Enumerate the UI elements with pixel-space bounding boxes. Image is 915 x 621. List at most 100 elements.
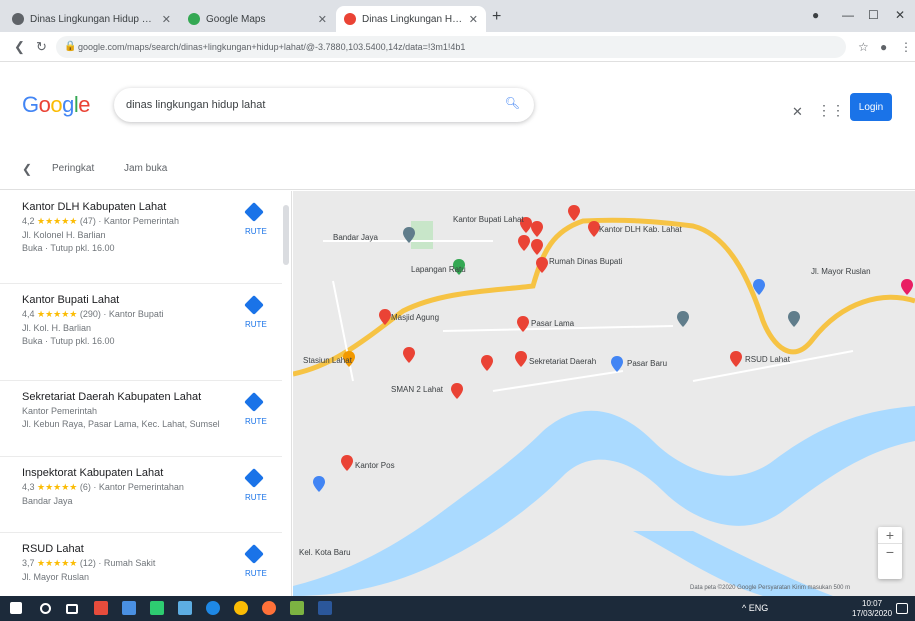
- search-icon[interactable]: [40, 603, 51, 614]
- close-search-icon[interactable]: ✕: [792, 104, 803, 120]
- map-label[interactable]: Bandar Jaya: [333, 233, 378, 242]
- account-icon[interactable]: ●: [812, 8, 819, 22]
- browser-tab-1[interactable]: Dinas Lingkungan Hidup Kab. L ✕: [4, 6, 179, 32]
- address-bar[interactable]: 🔒 google.com/maps/search/dinas+lingkunga…: [56, 36, 846, 58]
- map-label[interactable]: Rumah Dinas Bupati: [549, 257, 622, 266]
- login-button[interactable]: Login: [850, 93, 892, 121]
- filter-rating[interactable]: Peringkat: [52, 163, 94, 174]
- map-pin-icon[interactable]: [403, 347, 415, 363]
- zoom-out-icon[interactable]: −: [878, 543, 902, 560]
- close-tab-icon[interactable]: ✕: [469, 13, 478, 26]
- map-label[interactable]: Stasiun Lahat: [303, 356, 352, 365]
- map-pin-icon[interactable]: [730, 351, 742, 367]
- task-view-icon[interactable]: [66, 604, 78, 614]
- profile-icon[interactable]: ●: [880, 40, 887, 54]
- directions-label[interactable]: RUTE: [245, 320, 267, 329]
- map-label[interactable]: Kantor Pos: [355, 461, 395, 470]
- system-tray[interactable]: ^ ENG: [742, 603, 768, 613]
- map-pin-icon[interactable]: [515, 351, 527, 367]
- map-pin-icon[interactable]: [531, 221, 543, 237]
- reload-icon[interactable]: ↻: [36, 39, 47, 55]
- result-item[interactable]: Kantor Bupati Lahat 4,4 ★★★★★ (290) · Ka…: [0, 284, 282, 381]
- map-pin-icon[interactable]: [536, 257, 548, 273]
- search-query: dinas lingkungan hidup lahat: [126, 99, 266, 111]
- result-hours: Buka · Tutup pkl. 16.00: [22, 243, 115, 253]
- apps-grid-icon[interactable]: ⋮⋮: [817, 102, 845, 119]
- search-input[interactable]: dinas lingkungan hidup lahat 🔍︎: [114, 88, 534, 122]
- directions-label[interactable]: RUTE: [245, 417, 267, 426]
- mail-icon[interactable]: [178, 601, 192, 615]
- directions-label[interactable]: RUTE: [245, 493, 267, 502]
- explorer-icon[interactable]: [122, 601, 136, 615]
- clock[interactable]: 10:07 17/03/2020: [852, 599, 892, 619]
- search-icon[interactable]: 🔍︎: [505, 96, 520, 110]
- directions-label[interactable]: RUTE: [245, 569, 267, 578]
- maximize-icon[interactable]: ☐: [868, 8, 879, 22]
- directions-label[interactable]: RUTE: [245, 227, 267, 236]
- browser-tab-2[interactable]: Google Maps ✕: [180, 6, 335, 32]
- map-pin-icon[interactable]: [901, 279, 913, 295]
- map-label[interactable]: Masjid Agung: [391, 313, 439, 322]
- google-logo[interactable]: Google: [22, 92, 91, 118]
- result-name[interactable]: RSUD Lahat: [22, 543, 282, 555]
- map-pin-icon[interactable]: [531, 239, 543, 255]
- close-tab-icon[interactable]: ✕: [318, 13, 327, 26]
- map-pin-icon[interactable]: [341, 455, 353, 471]
- map-label[interactable]: RSUD Lahat: [745, 355, 790, 364]
- map-pin-icon[interactable]: [379, 309, 391, 325]
- zoom-control[interactable]: + −: [878, 527, 902, 579]
- map-pin-gray-icon[interactable]: [677, 311, 689, 327]
- minimize-icon[interactable]: —: [842, 8, 854, 22]
- map-pin-icon[interactable]: [481, 355, 493, 371]
- files-icon[interactable]: [290, 601, 304, 615]
- word-icon[interactable]: [318, 601, 332, 615]
- map-label[interactable]: Kantor Bupati Lahat: [453, 215, 524, 224]
- close-tab-icon[interactable]: ✕: [162, 13, 171, 26]
- map-canvas[interactable]: Bandar Jaya Lapangan Ratu Kantor Bupati …: [293, 191, 915, 596]
- map-label[interactable]: Sekretariat Daerah: [529, 357, 596, 366]
- browser-tab-3-active[interactable]: Dinas Lingkungan Hidup Lahat ✕: [336, 6, 486, 32]
- back-arrow-icon[interactable]: ❮: [14, 39, 25, 55]
- more-menu-icon[interactable]: ⋮: [900, 40, 912, 54]
- map-label[interactable]: Pasar Baru: [627, 359, 667, 368]
- results-scrollbar[interactable]: [283, 205, 289, 265]
- map-pin-blue-icon[interactable]: [611, 356, 623, 372]
- map-footer[interactable]: Data peta ©2020 Google Persyaratan Kirim…: [690, 585, 850, 591]
- plus-icon[interactable]: +: [492, 8, 501, 26]
- map-label[interactable]: Kel. Kota Baru: [299, 548, 351, 557]
- result-name[interactable]: Inspektorat Kabupaten Lahat: [22, 467, 282, 479]
- map-pin-icon[interactable]: [517, 316, 529, 332]
- map-label[interactable]: Jl. Mayor Ruslan: [811, 267, 871, 276]
- star-icon[interactable]: ☆: [858, 40, 869, 54]
- tab-favicon-icon: [188, 13, 200, 25]
- chevron-left-icon[interactable]: ❮: [22, 162, 32, 176]
- result-item[interactable]: Inspektorat Kabupaten Lahat 4,3 ★★★★★ (6…: [0, 457, 282, 533]
- notifications-icon[interactable]: [896, 603, 908, 614]
- map-label[interactable]: SMAN 2 Lahat: [391, 385, 443, 394]
- close-icon[interactable]: ✕: [895, 8, 905, 22]
- result-item[interactable]: Sekretariat Daerah Kabupaten Lahat Kanto…: [0, 381, 282, 457]
- start-icon[interactable]: [10, 602, 22, 614]
- map-pin-blue-icon[interactable]: [753, 279, 765, 295]
- map-label[interactable]: Kantor DLH Kab. Lahat: [599, 225, 682, 234]
- map-pin-icon[interactable]: [451, 383, 463, 399]
- result-name[interactable]: Sekretariat Daerah Kabupaten Lahat: [22, 391, 282, 403]
- map-pin-blue-icon[interactable]: [313, 476, 325, 492]
- zoom-in-icon[interactable]: +: [878, 527, 902, 543]
- result-name[interactable]: Kantor Bupati Lahat: [22, 294, 282, 306]
- map-pin-icon[interactable]: [518, 235, 530, 251]
- map-label[interactable]: Pasar Lama: [531, 319, 574, 328]
- map-pin-icon[interactable]: [568, 205, 580, 221]
- edge-icon[interactable]: [206, 601, 220, 615]
- office-icon[interactable]: [94, 601, 108, 615]
- firefox-icon[interactable]: [262, 601, 276, 615]
- result-item[interactable]: Kantor DLH Kabupaten Lahat 4,2 ★★★★★ (47…: [0, 191, 282, 284]
- store-icon[interactable]: [150, 601, 164, 615]
- result-item[interactable]: RSUD Lahat 3,7 ★★★★★ (12) · Rumah Sakit …: [0, 533, 282, 596]
- map-pin-gray-icon[interactable]: [788, 311, 800, 327]
- filter-hours[interactable]: Jam buka: [124, 163, 167, 174]
- chrome-icon[interactable]: [234, 601, 248, 615]
- map-pin-gray-icon[interactable]: [403, 227, 415, 243]
- map-label[interactable]: Lapangan Ratu: [411, 265, 466, 274]
- result-name[interactable]: Kantor DLH Kabupaten Lahat: [22, 201, 282, 213]
